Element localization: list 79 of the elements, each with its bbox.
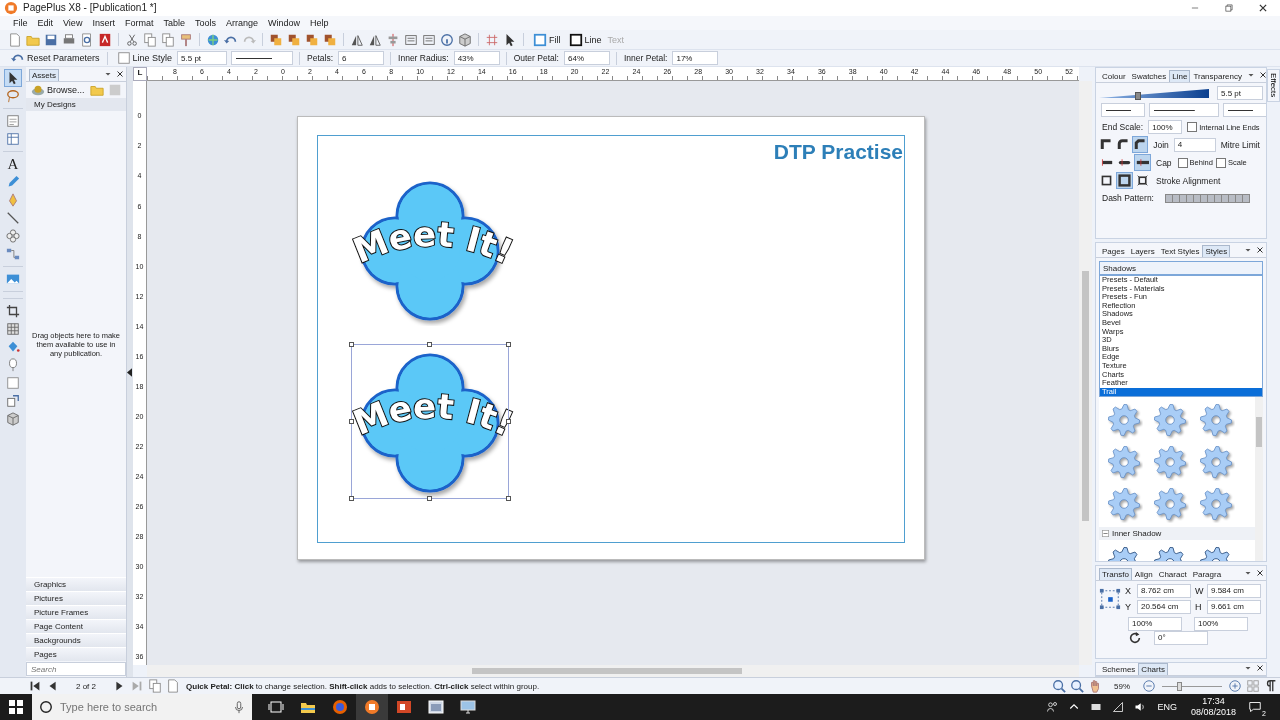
search-field[interactable]: Search xyxy=(26,662,126,677)
panel-tab[interactable]: Transfo xyxy=(1099,567,1132,580)
browse-button[interactable]: Browse... xyxy=(26,82,88,99)
menu-item[interactable]: Format xyxy=(119,17,159,28)
spin-field[interactable]: 8.762 cm xyxy=(1137,583,1191,598)
spin-field[interactable]: 17% xyxy=(672,51,719,66)
line-width-dropdown[interactable]: 5.5 pt xyxy=(177,51,228,66)
menu-item[interactable]: File xyxy=(8,17,33,28)
category-header[interactable]: Graphics xyxy=(26,577,126,592)
menu-item[interactable]: Help xyxy=(305,17,334,28)
panel-tab[interactable]: Colour xyxy=(1099,70,1129,83)
panel-tab[interactable]: Charts xyxy=(1138,663,1168,676)
panel-tab[interactable]: Paragra xyxy=(1189,567,1225,580)
clock-time[interactable]: 17:34 xyxy=(1202,696,1225,707)
window-title: PagePlus X8 - [Publication1 *] xyxy=(23,2,157,14)
line-button[interactable]: Line xyxy=(563,31,605,48)
language-indicator[interactable]: ENG xyxy=(1157,702,1177,712)
spin-field[interactable]: 9.661 cm xyxy=(1207,599,1261,614)
field-label: W xyxy=(1195,585,1203,596)
category-header[interactable]: Pictures xyxy=(26,591,126,606)
category-header[interactable]: Page Content xyxy=(26,619,126,634)
field-label: Petals: xyxy=(306,53,335,64)
field-label: Outer Petal: xyxy=(512,53,560,64)
line-style-button[interactable]: Line Style xyxy=(111,50,176,67)
field-label: End Scale: xyxy=(1101,122,1145,133)
fill-button[interactable]: Fill xyxy=(528,31,564,48)
spin-field[interactable]: 6 xyxy=(338,51,385,66)
effects-tab[interactable]: Effects xyxy=(1267,69,1280,102)
search-field[interactable]: Type here to search xyxy=(32,694,252,720)
zoom-level: 59% xyxy=(1113,681,1131,691)
field-label: Mitre Limit xyxy=(1219,139,1261,150)
panel-tab[interactable]: Align xyxy=(1131,567,1156,580)
spin-field[interactable]: 64% xyxy=(564,51,610,66)
panel-tab[interactable]: Swatches xyxy=(1128,70,1170,83)
menu-item[interactable]: Insert xyxy=(87,17,120,28)
field-label: Cap xyxy=(1155,157,1173,168)
panel-tab[interactable]: Text Styles xyxy=(1157,245,1203,258)
category-header[interactable]: Pages xyxy=(26,647,126,662)
field-label: H xyxy=(1195,601,1203,612)
field-label: Join xyxy=(1152,139,1170,150)
ruler-corner[interactable]: L xyxy=(133,67,147,82)
field-label: Inner Petal: xyxy=(623,53,669,64)
menu-item[interactable]: View xyxy=(58,17,88,28)
text-tool[interactable]: A xyxy=(7,156,19,173)
panel-tab[interactable]: Pages xyxy=(1099,245,1128,258)
menu-item[interactable]: Window xyxy=(263,17,305,28)
menu-item[interactable]: Edit xyxy=(32,17,59,28)
end-scale-dropdown[interactable]: 100% xyxy=(1148,120,1183,135)
field-label: Inner Radius: xyxy=(397,53,450,64)
panel-tab[interactable]: Styles xyxy=(1202,245,1231,258)
panel-tab[interactable]: Charact xyxy=(1155,567,1190,580)
category-header[interactable]: Picture Frames xyxy=(26,605,126,620)
panel-tab[interactable]: Line xyxy=(1169,70,1191,83)
reset-parameters-button[interactable]: Reset Parameters xyxy=(6,50,103,67)
spin-field[interactable]: 20.564 cm xyxy=(1137,599,1191,614)
category-header[interactable]: Backgrounds xyxy=(26,633,126,648)
mitre-limit-field[interactable]: 4 xyxy=(1173,137,1216,152)
menu-item[interactable]: Arrange xyxy=(220,17,263,28)
category-dropdown[interactable]: Shadows xyxy=(1099,261,1263,276)
menu-item[interactable]: Tools xyxy=(189,17,221,28)
panel-tab[interactable]: Transparency xyxy=(1190,70,1245,83)
field-label: Stroke Alignment xyxy=(1155,175,1222,186)
line-width-dropdown[interactable]: 5.5 pt xyxy=(1217,86,1263,101)
panel-tab[interactable]: Assets xyxy=(29,69,59,82)
scale-width-field[interactable]: 100% xyxy=(1128,616,1182,631)
status-hint: Quick Petal: Click to change selection. Shift-click adds to selection. Ctrl-click select within group. xyxy=(186,681,540,691)
menu-item[interactable]: Table xyxy=(158,17,190,28)
spin-field[interactable]: 9.584 cm xyxy=(1207,583,1261,598)
field-label: Y xyxy=(1125,601,1132,612)
page-heading: DTP Practise xyxy=(773,139,904,165)
page-indicator: 2 of 2 xyxy=(75,681,97,691)
panel-tab[interactable]: Layers xyxy=(1127,245,1158,258)
section-header[interactable]: My Designs xyxy=(26,98,126,112)
field-label: X xyxy=(1125,585,1132,596)
spin-field[interactable]: 43% xyxy=(453,51,500,66)
scale-height-field[interactable]: 100% xyxy=(1194,616,1248,631)
field-label: Dash Pattern: xyxy=(1101,193,1155,204)
panel-tab[interactable]: Schemes xyxy=(1099,663,1139,676)
clock-date[interactable]: 08/08/2018 xyxy=(1190,707,1236,718)
